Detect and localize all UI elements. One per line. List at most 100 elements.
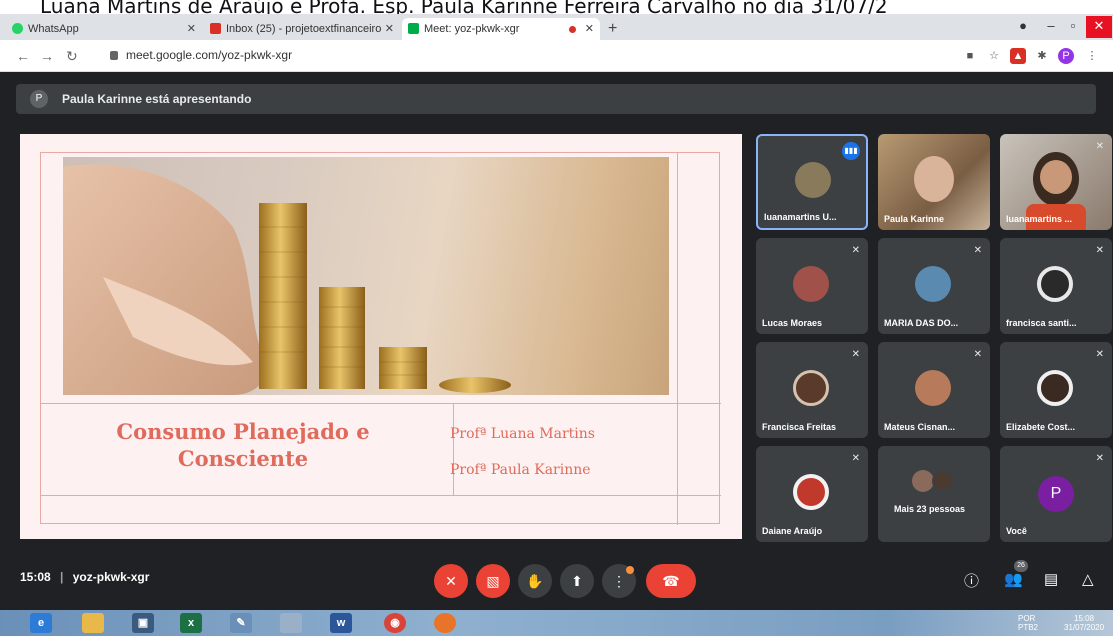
media-icon[interactable]: ▣ bbox=[132, 613, 154, 633]
meeting-code: yoz-pkwk-xgr bbox=[72, 570, 150, 584]
star-icon[interactable]: ☆ bbox=[986, 48, 1002, 64]
participant-tile[interactable]: ✕ Lucas Moraes bbox=[756, 238, 868, 334]
chrome-icon[interactable]: ◉ bbox=[384, 613, 406, 633]
excel-icon[interactable]: x bbox=[180, 613, 202, 633]
avatar: P bbox=[30, 90, 48, 108]
address-bar: ← → ↻ meet.google.com/yoz-pkwk-xgr ■ ☆ ▲… bbox=[0, 40, 1113, 72]
avatar bbox=[793, 266, 829, 302]
url-text: meet.google.com/yoz-pkwk-xgr bbox=[126, 48, 293, 62]
participant-name: Mais 23 pessoas bbox=[894, 504, 966, 514]
divider bbox=[41, 403, 721, 404]
close-window-button[interactable]: ✕ bbox=[1086, 16, 1112, 38]
close-icon[interactable]: ✕ bbox=[187, 22, 196, 35]
extensions-icon[interactable]: ✱ bbox=[1034, 48, 1050, 64]
participant-tile[interactable]: ✕ Mateus Cisnan... bbox=[878, 342, 990, 438]
screen: Luana Martins de Araújo e Profa. Esp. Pa… bbox=[0, 0, 1113, 636]
present-button[interactable]: ⬆ bbox=[560, 564, 594, 598]
presenting-banner: P Paula Karinne está apresentando bbox=[16, 84, 1096, 114]
mic-toggle-button[interactable]: ✕ bbox=[434, 564, 468, 598]
recording-dot-icon bbox=[569, 26, 576, 33]
avatar bbox=[914, 156, 954, 202]
back-icon[interactable]: ← bbox=[16, 48, 30, 64]
more-options-button[interactable]: ⋮ bbox=[602, 564, 636, 598]
avatar bbox=[912, 470, 934, 492]
people-icon[interactable]: 👥 bbox=[1004, 570, 1023, 588]
pdf-extension-icon[interactable]: ▲ bbox=[1010, 48, 1026, 64]
minimize-button[interactable]: – bbox=[1040, 16, 1062, 38]
word-icon[interactable]: w bbox=[330, 613, 352, 633]
participant-name: Você bbox=[1006, 526, 1027, 536]
paint-icon[interactable]: ✎ bbox=[230, 613, 252, 633]
avatar bbox=[915, 266, 951, 302]
mic-off-icon: ✕ bbox=[1095, 245, 1104, 256]
participant-name: luanamartins ... bbox=[1006, 214, 1073, 224]
participant-tile[interactable]: ✕ MARIA DAS DO... bbox=[878, 238, 990, 334]
avatar bbox=[915, 370, 951, 406]
close-icon[interactable]: ✕ bbox=[585, 22, 594, 35]
mic-off-icon: ✕ bbox=[851, 349, 860, 360]
meeting-info: 15:08 | yoz-pkwk-xgr bbox=[20, 570, 149, 584]
profile-avatar[interactable]: P bbox=[1058, 48, 1074, 64]
avatar bbox=[1037, 266, 1073, 302]
new-tab-button[interactable]: + bbox=[608, 20, 617, 38]
participant-tile[interactable]: ✕ luanamartins ... bbox=[1000, 134, 1112, 230]
app-icon[interactable] bbox=[280, 613, 302, 633]
present-screen-icon: ⬆ bbox=[571, 573, 583, 589]
meeting-details-icon[interactable]: ⓘ bbox=[964, 570, 979, 591]
mic-off-icon: ✕ bbox=[1095, 453, 1104, 464]
tab-gmail[interactable]: Inbox (25) - projetoextfinanceiro ✕ bbox=[204, 18, 400, 40]
participant-tile[interactable]: ▮▮▮ luanamartins U... bbox=[756, 134, 868, 230]
folder-icon[interactable] bbox=[82, 613, 104, 633]
system-clock[interactable]: 15:08 31/07/2020 bbox=[1064, 614, 1104, 632]
participant-tile[interactable]: ✕ Francisca Freitas bbox=[756, 342, 868, 438]
coins-photo bbox=[63, 157, 669, 395]
presentation-slide: Consumo Planejado e Consciente Profª Lua… bbox=[20, 134, 742, 539]
divider bbox=[41, 495, 721, 496]
participant-name: luanamartins U... bbox=[764, 212, 837, 222]
face bbox=[1040, 160, 1072, 194]
speaking-indicator-icon: ▮▮▮ bbox=[842, 142, 860, 160]
language-indicator[interactable]: POR PTB2 bbox=[1018, 614, 1038, 632]
tab-meet[interactable]: Meet: yoz-pkwk-xgr ✕ bbox=[402, 18, 600, 40]
firefox-icon[interactable] bbox=[434, 613, 456, 633]
chat-icon[interactable]: ▤ bbox=[1044, 570, 1058, 588]
divider bbox=[677, 153, 678, 525]
ie-icon[interactable]: e bbox=[30, 613, 52, 633]
slide-title: Consumo Planejado e Consciente bbox=[116, 419, 370, 471]
participant-tile[interactable]: ✕ Daiane Araújo bbox=[756, 446, 868, 542]
close-icon[interactable]: ✕ bbox=[385, 22, 394, 35]
participant-name: Mateus Cisnan... bbox=[884, 422, 956, 432]
mic-off-icon: ✕ bbox=[1095, 349, 1104, 360]
participant-tile[interactable]: ✕ Elizabete Cost... bbox=[1000, 342, 1112, 438]
account-icon[interactable]: ● bbox=[1012, 16, 1034, 38]
participant-count-badge: 26 bbox=[1014, 560, 1028, 572]
activities-icon[interactable]: △ bbox=[1082, 570, 1094, 588]
tab-whatsapp[interactable]: WhatsApp ✕ bbox=[6, 18, 202, 40]
gmail-icon bbox=[210, 23, 221, 34]
slide-author: Profª Paula Karinne bbox=[450, 462, 591, 478]
mic-off-icon: ✕ bbox=[851, 453, 860, 464]
hand-icon: ✋ bbox=[526, 573, 544, 589]
browser-tabstrip: WhatsApp ✕ Inbox (25) - projetoextfinanc… bbox=[0, 14, 1113, 40]
mic-off-icon: ✕ bbox=[1095, 141, 1104, 152]
maximize-button[interactable]: ▫ bbox=[1062, 16, 1084, 38]
meet-icon bbox=[408, 23, 419, 34]
forward-icon[interactable]: → bbox=[40, 48, 54, 64]
menu-icon[interactable]: ⋮ bbox=[1084, 48, 1100, 64]
participant-tile[interactable]: ✕ francisca santi... bbox=[1000, 238, 1112, 334]
participant-tile[interactable]: Paula Karinne bbox=[878, 134, 990, 230]
camera-icon[interactable]: ■ bbox=[962, 48, 978, 64]
participant-tile[interactable]: ✕ P Você bbox=[1000, 446, 1112, 542]
camera-toggle-button[interactable]: ▧ bbox=[476, 564, 510, 598]
mic-off-icon: ✕ bbox=[445, 573, 457, 589]
participant-tile[interactable]: Mais 23 pessoas bbox=[878, 446, 990, 542]
mic-off-icon: ✕ bbox=[851, 245, 860, 256]
reload-icon[interactable]: ↻ bbox=[66, 48, 78, 65]
avatar bbox=[1037, 370, 1073, 406]
url-field[interactable]: meet.google.com/yoz-pkwk-xgr bbox=[110, 48, 292, 62]
notification-dot-icon bbox=[626, 566, 634, 574]
avatar bbox=[793, 474, 829, 510]
raise-hand-button[interactable]: ✋ bbox=[518, 564, 552, 598]
more-vert-icon: ⋮ bbox=[612, 573, 626, 589]
leave-call-button[interactable]: ☎ bbox=[646, 564, 696, 598]
